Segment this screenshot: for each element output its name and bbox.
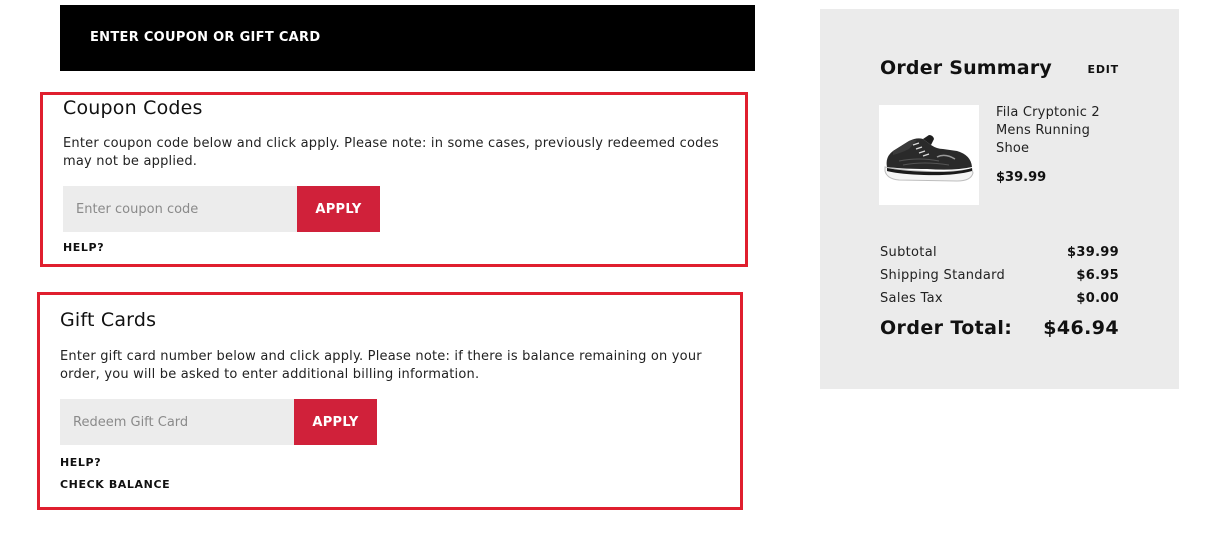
order-summary-panel: Order Summary EDIT Fila Cryptonic 2 Mens… [820,9,1179,389]
coupon-codes-section: Coupon Codes Enter coupon code below and… [40,92,748,267]
shipping-value: $6.95 [1076,268,1119,283]
shipping-label: Shipping Standard [880,268,1006,283]
gift-card-help-link[interactable]: HELP? [60,456,101,469]
subtotal-value: $39.99 [1067,245,1119,260]
coupon-code-input[interactable] [63,186,297,232]
coupon-help-link[interactable]: HELP? [63,241,104,254]
coupon-codes-title: Coupon Codes [63,97,203,119]
order-total-value: $46.94 [1043,317,1119,339]
check-balance-link[interactable]: CHECK BALANCE [60,478,170,491]
coupon-apply-button[interactable]: APPLY [297,186,380,232]
shoe-icon [884,135,974,182]
gift-cards-title: Gift Cards [60,309,157,331]
gift-card-input[interactable] [60,399,294,445]
gift-cards-section: Gift Cards Enter gift card number below … [37,292,743,510]
product-price: $39.99 [996,170,1047,185]
sales-tax-label: Sales Tax [880,291,943,306]
gift-card-apply-button[interactable]: APPLY [294,399,377,445]
product-name[interactable]: Fila Cryptonic 2 Mens Running Shoe [996,104,1126,158]
subtotal-label: Subtotal [880,245,937,260]
coupon-codes-description: Enter coupon code below and click apply.… [63,136,719,169]
sales-tax-value: $0.00 [1076,291,1119,306]
running-shoe-image[interactable] [879,105,979,205]
edit-cart-link[interactable]: EDIT [1088,63,1119,76]
order-total-label: Order Total: [880,317,1013,339]
gift-cards-description: Enter gift card number below and click a… [60,349,702,382]
coupon-gift-card-header[interactable]: ENTER COUPON OR GIFT CARD [60,5,755,71]
order-summary-title: Order Summary [880,57,1052,79]
